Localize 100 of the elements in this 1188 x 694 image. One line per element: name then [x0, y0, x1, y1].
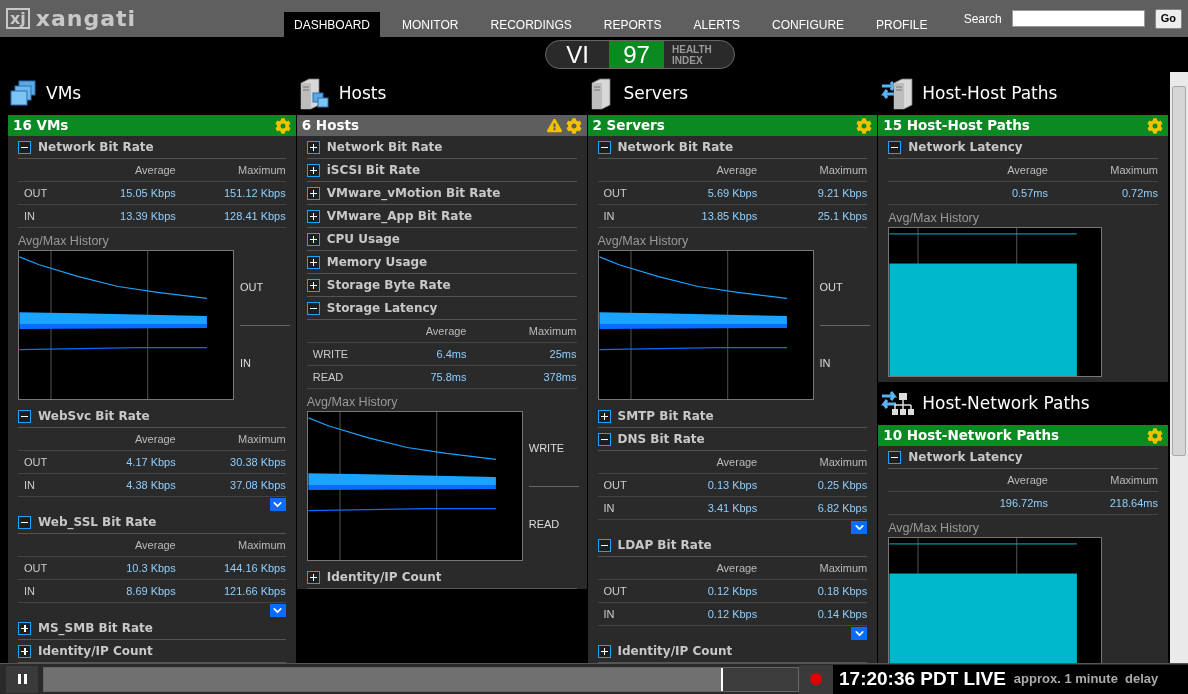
nav-tab[interactable]: RECORDINGS: [480, 12, 582, 37]
section-title[interactable]: iSCSI Bit Rate: [326, 161, 421, 179]
average-value: 0.12 Kbps: [706, 583, 758, 599]
expand-icon[interactable]: [597, 409, 611, 423]
nav-tab[interactable]: ALERTS: [683, 12, 751, 37]
section-title[interactable]: WebSvc Bit Rate: [38, 407, 150, 425]
row-label: WRITE: [311, 346, 350, 362]
logo-mark: xj: [6, 8, 30, 29]
settings-icon[interactable]: [274, 117, 291, 134]
section-title[interactable]: Identity/IP Count: [326, 568, 442, 586]
health-score: 97: [609, 41, 664, 68]
column-header: Maximum: [237, 537, 286, 553]
collapse-icon[interactable]: [888, 450, 902, 464]
collapse-icon[interactable]: [597, 538, 611, 552]
expand-icon[interactable]: [306, 255, 320, 269]
section-title[interactable]: Network Bit Rate: [38, 138, 154, 156]
expand-icon[interactable]: [306, 186, 320, 200]
section-title[interactable]: Identity/IP Count: [617, 642, 733, 660]
expand-button[interactable]: [269, 498, 286, 511]
collapse-icon[interactable]: [597, 140, 611, 154]
column-header: Average: [133, 431, 176, 447]
average-value: 3.41 Kbps: [706, 500, 758, 516]
nav-tab[interactable]: PROFILE: [866, 12, 938, 37]
panel-title: 15 Host-Host Paths: [883, 116, 1031, 136]
section-title[interactable]: Storage Byte Rate: [326, 276, 451, 294]
average-value: 0.13 Kbps: [706, 477, 758, 493]
expand-icon[interactable]: [306, 209, 320, 223]
section-title[interactable]: MS_SMB Bit Rate: [38, 619, 153, 637]
expand-icon[interactable]: [18, 644, 31, 658]
expand-icon[interactable]: [18, 621, 31, 635]
history-title: Avg/Max History: [597, 233, 690, 250]
collapse-icon[interactable]: [18, 409, 31, 423]
record-button[interactable]: [799, 664, 833, 694]
delay-note: approx. 1 minute delay: [1013, 670, 1159, 689]
section-title[interactable]: Network Bit Rate: [326, 138, 443, 156]
section-title[interactable]: Network Bit Rate: [617, 138, 734, 156]
warning-icon[interactable]: [546, 118, 562, 133]
section-title[interactable]: LDAP Bit Rate: [617, 536, 712, 554]
nav-tab[interactable]: MONITOR: [392, 12, 469, 37]
collapse-icon[interactable]: [888, 140, 902, 154]
go-button[interactable]: Go: [1154, 8, 1182, 29]
series-label: IN: [240, 355, 252, 371]
row-label: OUT: [602, 477, 628, 493]
nav-tab[interactable]: DASHBOARD: [284, 12, 380, 37]
history-title: Avg/Max History: [18, 233, 110, 250]
expand-button[interactable]: [851, 521, 868, 534]
search-field[interactable]: [1011, 10, 1145, 27]
maximum-value: 378ms: [542, 369, 577, 385]
section-title[interactable]: Network Latency: [908, 448, 1023, 466]
section-title[interactable]: Memory Usage: [326, 253, 428, 271]
health-label: HEALTH INDEX: [672, 42, 713, 68]
expand-button[interactable]: [851, 627, 868, 640]
section-title[interactable]: CPU Usage: [326, 230, 400, 248]
nav-tab[interactable]: CONFIGURE: [762, 12, 855, 37]
section-title[interactable]: VMware_App Bit Rate: [326, 207, 473, 225]
expand-icon[interactable]: [306, 278, 320, 292]
nav-tab[interactable]: REPORTS: [593, 12, 672, 37]
maximum-value: 9.21 Kbps: [816, 185, 868, 201]
row-label: OUT: [602, 583, 628, 599]
column-header: Average: [1006, 162, 1048, 178]
settings-icon[interactable]: [565, 117, 582, 134]
expand-icon[interactable]: [306, 140, 320, 154]
section-title[interactable]: DNS Bit Rate: [617, 430, 705, 448]
panel-title: 2 Servers: [592, 116, 666, 136]
section-title[interactable]: Web_SSL Bit Rate: [38, 513, 157, 531]
expand-button[interactable]: [269, 604, 286, 617]
row-label: OUT: [23, 560, 49, 576]
expand-icon[interactable]: [597, 644, 611, 658]
row-label: IN: [602, 500, 616, 516]
maximum-value: 218.64ms: [1108, 495, 1158, 511]
section-title[interactable]: Identity/IP Count: [38, 642, 153, 660]
group-title: Hosts: [338, 81, 387, 105]
maximum-value: 0.72ms: [1120, 185, 1158, 201]
settings-icon[interactable]: [1147, 427, 1163, 444]
panel-title: 6 Hosts: [301, 116, 360, 136]
average-value: 8.69 Kbps: [125, 583, 176, 599]
section-title[interactable]: SMTP Bit Rate: [617, 407, 714, 425]
collapse-icon[interactable]: [597, 432, 611, 446]
series-label: IN: [819, 355, 832, 371]
average-value: 0.57ms: [1010, 185, 1048, 201]
pause-button[interactable]: [6, 665, 38, 693]
maximum-value: 0.14 Kbps: [816, 606, 868, 622]
expand-icon[interactable]: [306, 163, 320, 177]
column-header: Average: [133, 537, 176, 553]
logo-text: xangati: [35, 5, 137, 33]
settings-icon[interactable]: [856, 117, 873, 134]
expand-icon[interactable]: [306, 570, 320, 584]
expand-icon[interactable]: [306, 232, 320, 246]
scrollbar[interactable]: [1170, 72, 1188, 663]
maximum-value: 30.38 Kbps: [229, 454, 286, 470]
collapse-icon[interactable]: [18, 515, 31, 529]
section-title[interactable]: VMware_vMotion Bit Rate: [326, 184, 501, 202]
collapse-icon[interactable]: [306, 301, 320, 315]
collapse-icon[interactable]: [18, 140, 31, 154]
section-title[interactable]: Network Latency: [908, 138, 1023, 156]
history-title: Avg/Max History: [888, 520, 980, 537]
column-header: Maximum: [1109, 472, 1158, 488]
settings-icon[interactable]: [1147, 117, 1163, 134]
series-label: READ: [528, 516, 561, 532]
section-title[interactable]: Storage Latency: [326, 299, 438, 317]
